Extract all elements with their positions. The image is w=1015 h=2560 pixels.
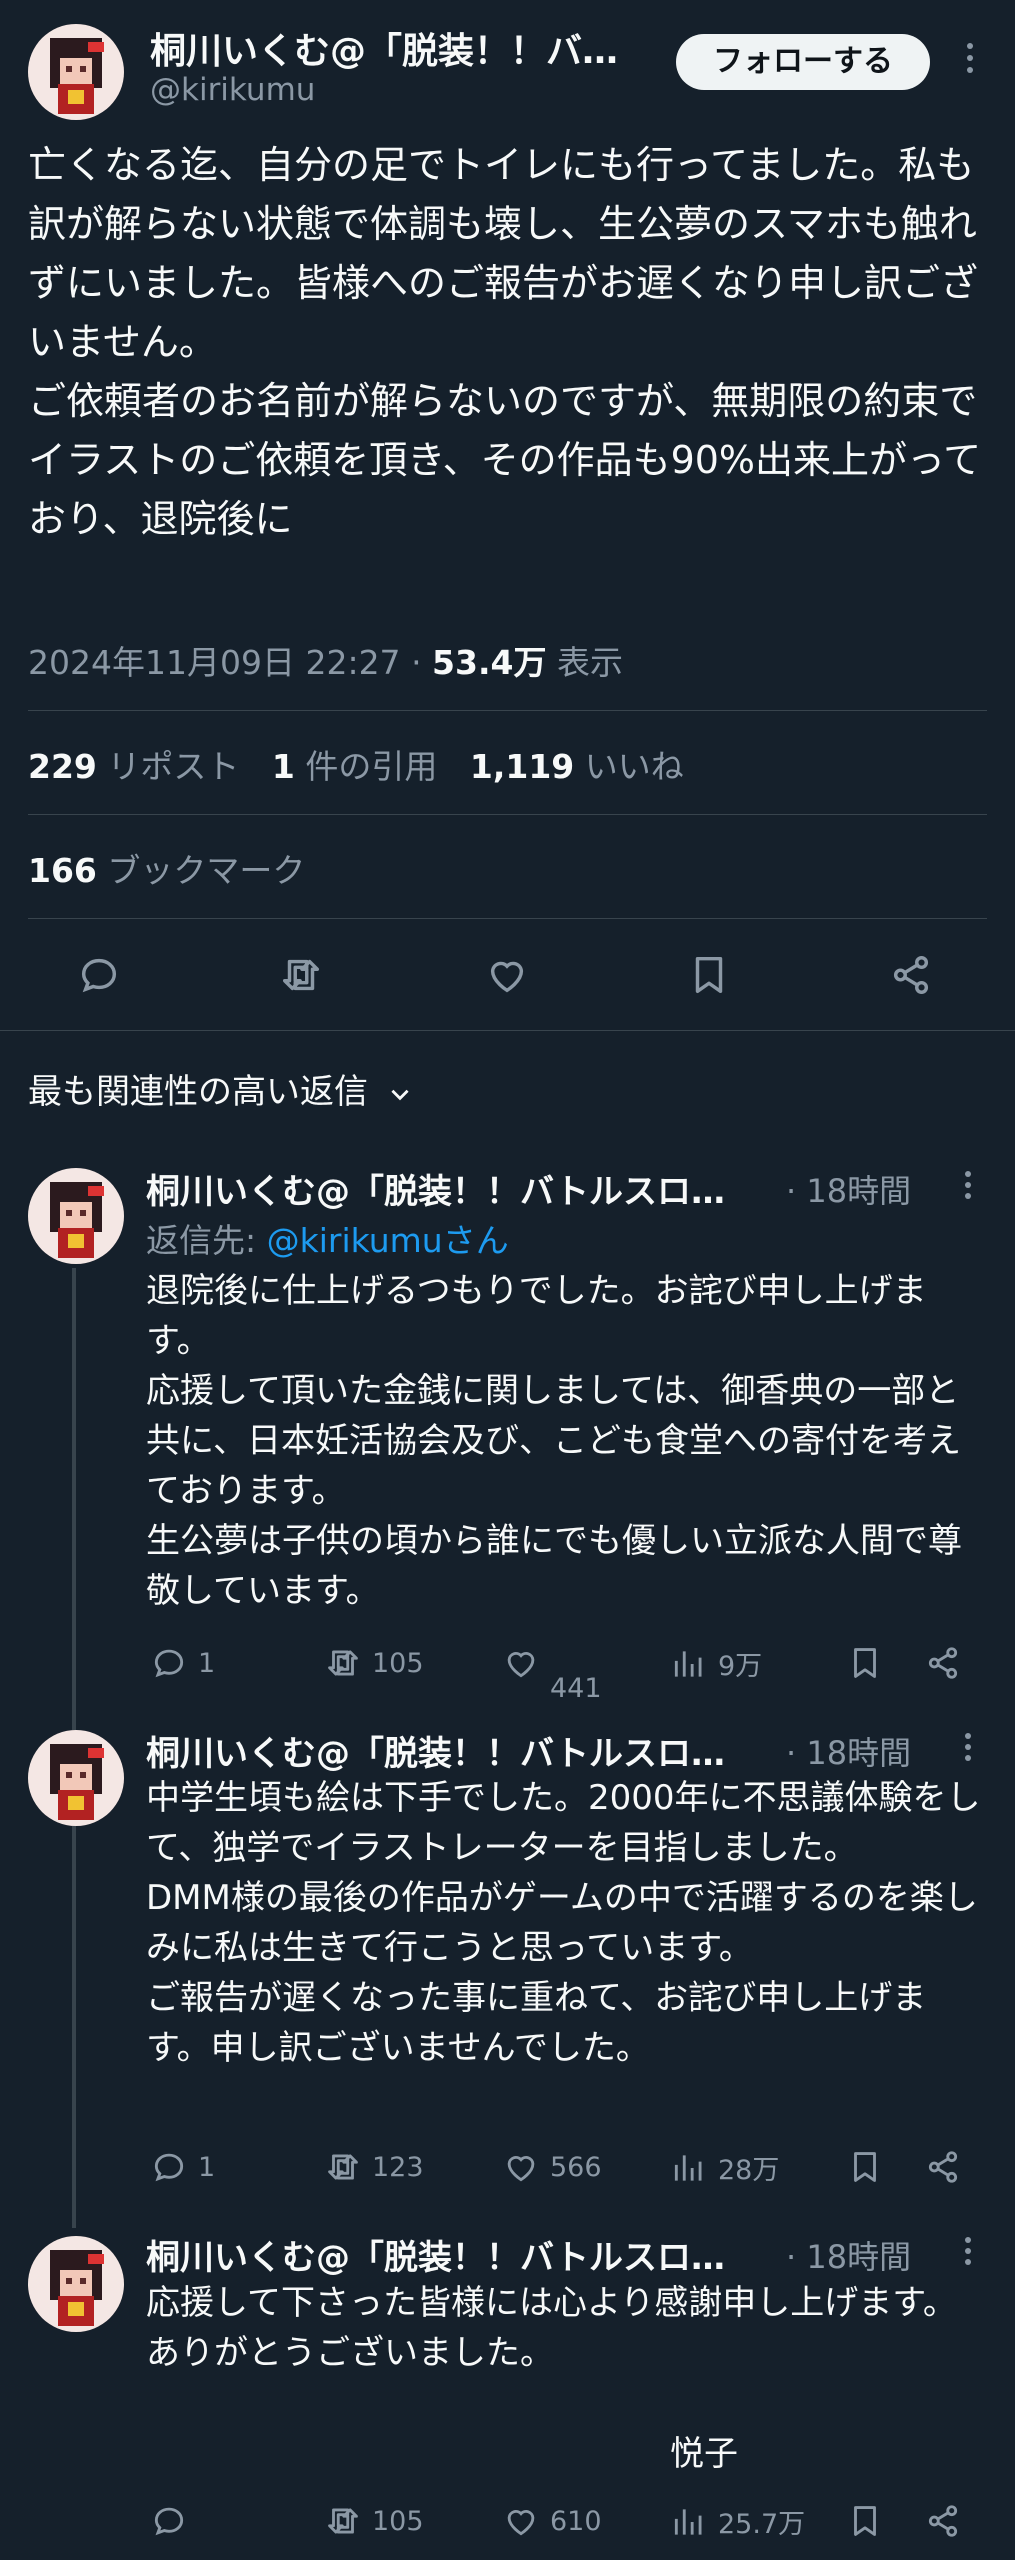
reply-text: 応援して下さった皆様には心より感謝申し上げます。 ありがとうございました。 xyxy=(146,2283,957,2373)
like-action[interactable]: 566 xyxy=(502,2148,602,2186)
views-action[interactable]: 25.7万 xyxy=(670,2502,805,2541)
reposts-stat[interactable]: 229 リポスト xyxy=(28,747,239,786)
reposts-count: 229 xyxy=(28,747,97,786)
sort-label: 最も関連性の高い返信 xyxy=(28,1072,368,1112)
views-label: 表示 xyxy=(556,643,623,682)
repost-action[interactable]: 105 xyxy=(324,1644,424,1682)
follow-button[interactable]: フォローする xyxy=(676,34,930,90)
views-action[interactable]: 28万 xyxy=(670,2148,779,2187)
more-options-icon[interactable] xyxy=(955,2234,981,2272)
more-options-icon[interactable] xyxy=(955,38,985,78)
bookmarks-count: 166 xyxy=(28,851,97,890)
repost-icon[interactable] xyxy=(278,952,324,998)
views-count: 25.7万 xyxy=(718,2509,806,2540)
more-options-icon[interactable] xyxy=(955,1730,981,1768)
reply-action[interactable]: 1 xyxy=(150,1644,215,1682)
author-name[interactable]: 桐川いくむ@「脱装！！バ… xyxy=(150,22,650,74)
reply-to-handle[interactable]: @kirikumuさん xyxy=(267,1221,509,1260)
reply-avatar[interactable] xyxy=(28,1168,124,1264)
repost-action[interactable]: 123 xyxy=(324,2148,424,2186)
like-count: 441 xyxy=(550,1673,602,1704)
share-icon[interactable] xyxy=(924,2502,962,2540)
timestamp[interactable]: 2024年11月09日 22:27 xyxy=(28,643,401,682)
quotes-label: 件の引用 xyxy=(305,747,438,786)
views-action[interactable]: 9万 xyxy=(670,1644,762,1683)
bookmark-icon[interactable] xyxy=(846,1644,884,1682)
reply-author-name[interactable]: 桐川いくむ@「脱装！！バトルスロ… xyxy=(146,2230,782,2279)
bookmark-icon[interactable] xyxy=(846,2502,884,2540)
likes-stat[interactable]: 1,119 いいね xyxy=(470,747,684,786)
more-options-icon[interactable] xyxy=(955,1168,981,1206)
repost-action[interactable]: 105 xyxy=(324,2502,424,2540)
reply-author-name[interactable]: 桐川いくむ@「脱装！！バトルスロ… xyxy=(146,1726,782,1775)
quotes-count: 1 xyxy=(271,747,295,786)
divider xyxy=(28,918,987,919)
bookmarks-label: ブックマーク xyxy=(107,851,306,890)
like-action[interactable]: 441 xyxy=(502,1644,602,1704)
reply-time[interactable]: · 18時間 xyxy=(786,2232,911,2278)
signature: 悦子 xyxy=(670,2434,738,2474)
reply-avatar[interactable] xyxy=(28,2236,124,2332)
reply-author-name[interactable]: 桐川いくむ@「脱装！！バトルスロ… xyxy=(146,1164,782,1213)
reply-to: 返信先: @kirikumuさん xyxy=(146,1214,509,1262)
bookmark-icon[interactable] xyxy=(686,952,732,998)
repost-count: 105 xyxy=(372,1647,424,1679)
share-icon[interactable] xyxy=(924,2148,962,2186)
reply-sort-selector[interactable]: 最も関連性の高い返信 xyxy=(28,1064,413,1113)
tweet-meta: 2024年11月09日 22:27 · 53.4万 表示 xyxy=(28,643,623,682)
bookmark-icon[interactable] xyxy=(846,2148,884,2186)
like-action[interactable]: 610 xyxy=(502,2502,602,2540)
author-handle[interactable]: @kirikumu xyxy=(150,72,315,108)
reply-count: 1 xyxy=(198,1647,216,1679)
chevron-down-icon xyxy=(387,1081,413,1107)
reply-action[interactable] xyxy=(150,2502,198,2540)
share-icon[interactable] xyxy=(924,1644,962,1682)
reply-time[interactable]: · 18時間 xyxy=(786,1166,911,1212)
like-count: 566 xyxy=(550,2151,602,2183)
likes-label: いいね xyxy=(584,747,684,786)
author-avatar[interactable] xyxy=(28,24,124,120)
reply-action[interactable]: 1 xyxy=(150,2148,215,2186)
divider xyxy=(28,814,987,815)
repost-count: 105 xyxy=(372,2505,424,2537)
section-divider xyxy=(0,1030,1015,1031)
reply-time[interactable]: · 18時間 xyxy=(786,1728,911,1774)
like-count: 610 xyxy=(550,2505,602,2537)
reposts-label: リポスト xyxy=(107,747,240,786)
divider xyxy=(28,710,987,711)
views-count: 9万 xyxy=(718,1651,763,1682)
views-count: 53.4万 xyxy=(432,643,547,682)
repost-count: 123 xyxy=(372,2151,424,2183)
reply-text: 中学生頃も絵は下手でした。2000年に不思議体験をして、独学でイラストレーターを… xyxy=(146,1778,981,2068)
likes-count: 1,119 xyxy=(469,747,575,786)
reply-avatar[interactable] xyxy=(28,1730,124,1826)
reply-text: 退院後に仕上げるつもりでした。お詫び申し上げます。 応援して頂いた金銭に関しまし… xyxy=(146,1271,962,1611)
tweet-text: 亡くなる迄、自分の足でトイレにも行ってました。私も訳が解らない状態で体調も壊し、… xyxy=(28,143,982,541)
bookmarks-stat[interactable]: 166 ブックマーク xyxy=(28,844,305,892)
quotes-stat[interactable]: 1 件の引用 xyxy=(272,747,437,786)
reply-icon[interactable] xyxy=(76,952,122,998)
reply-to-label: 返信先: xyxy=(146,1221,257,1260)
like-icon[interactable] xyxy=(484,952,530,998)
engagement-stats: 229 リポスト 1 件の引用 1,119 いいね xyxy=(28,740,684,788)
views-count: 28万 xyxy=(718,2155,780,2186)
reply-count: 1 xyxy=(198,2151,216,2183)
share-icon[interactable] xyxy=(888,952,934,998)
